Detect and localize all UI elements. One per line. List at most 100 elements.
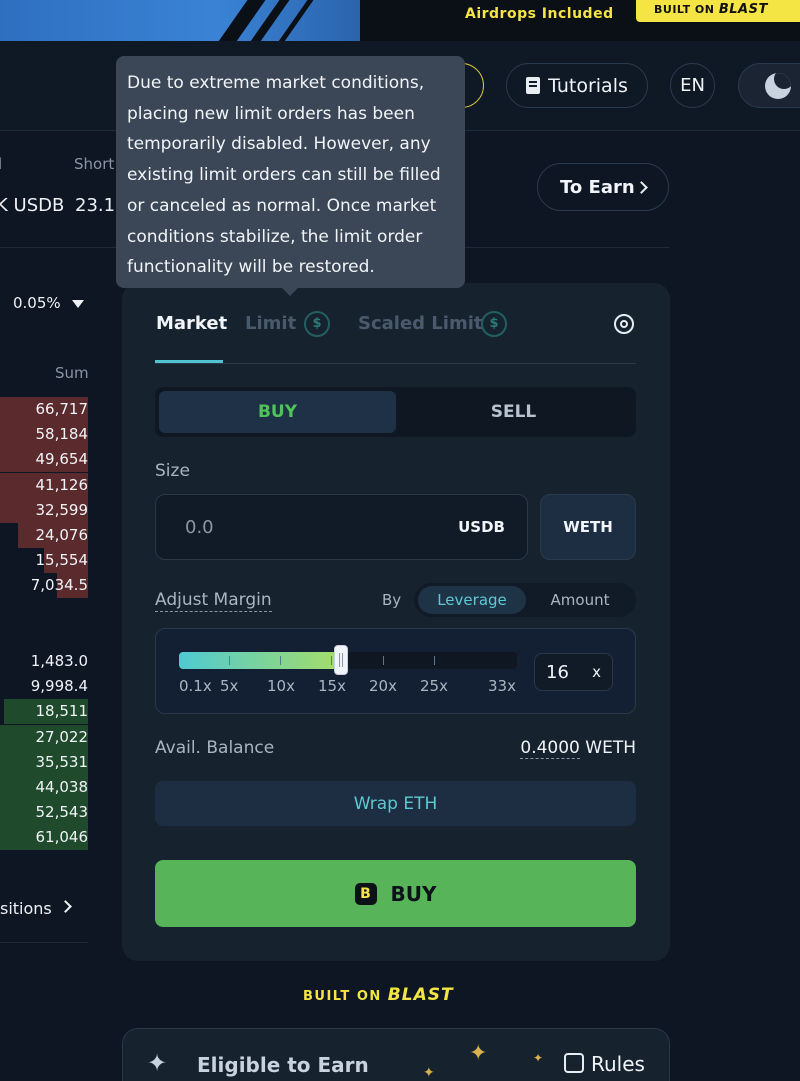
margin-mode-toggle: Leverage Amount [414,583,636,617]
ask-sum: 24,076 [35,526,89,544]
ask-sum: 49,654 [35,450,89,469]
to-earn-label: To Earn [560,176,635,198]
rules-link[interactable]: Rules [591,1052,645,1076]
leverage-input[interactable]: 16 x [534,653,613,691]
star-icon: ✦ [533,1051,544,1065]
buy-submit-label: BUY [390,881,437,906]
bid-row[interactable]: 61,046 [0,825,88,851]
size-value: 0.0 [185,517,214,538]
moon-icon [765,72,791,99]
tooltip-arrow [281,287,299,296]
chevron-right-icon[interactable] [59,900,72,913]
limit-disabled-tooltip: Due to extreme market conditions, placin… [116,56,465,288]
buy-side-button[interactable]: BUY [159,391,396,433]
tab-scaled-limit[interactable]: Scaled Limit [358,313,482,334]
order-form-card: Market Limit $ Scaled Limit $ BUY SELL S… [122,283,670,961]
buy-submit-button[interactable]: B BUY [155,860,636,927]
bid-sum: 9,998.4 [30,677,88,696]
ask-row[interactable]: 24,076 [0,523,88,548]
open-interest-label: l [0,155,3,173]
eligible-to-earn-card[interactable]: ✦ Eligible to Earn ✦ ✦ ✦ Rules [122,1028,670,1081]
sell-side-button[interactable]: SELL [395,391,632,433]
bid-row[interactable]: 9,998.4 [0,674,88,699]
leverage-panel: 0.1x 5x 10x 15x 20x 25x 33x 16 x [155,628,636,714]
eligible-label: Eligible to Earn [197,1053,369,1077]
leverage-tick-label[interactable]: 10x [267,677,295,695]
airdrops-text: Airdrops Included [465,6,614,22]
bid-sum: 27,022 [35,727,89,746]
blast-icon: B [354,882,377,905]
amount-mode-button[interactable]: Amount [528,586,632,614]
bid-sum: 1,483.0 [30,652,88,670]
leverage-tick-label[interactable]: 33x [488,677,516,695]
ask-row[interactable]: 32,599 [0,497,89,523]
ask-sum: 41,126 [35,475,89,494]
slider-tick [434,656,435,665]
ask-row[interactable]: 7,034.5 [0,573,88,599]
leverage-tick-label[interactable]: 20x [369,677,397,695]
leverage-mode-button[interactable]: Leverage [418,586,526,614]
leverage-tick-label[interactable]: 15x [318,677,346,695]
slider-tick [280,656,281,665]
ask-row[interactable]: 58,184 [0,422,89,448]
token-selector-button[interactable]: WETH [540,494,636,560]
divider [0,942,88,943]
ask-row[interactable]: 49,654 [0,447,89,473]
bid-row[interactable]: 35,531 [0,749,89,775]
ask-sum: 15,554 [35,551,89,570]
built-on-blast-badge: BUILT ON BLAST [636,0,800,22]
bid-row[interactable]: 52,543 [0,800,88,826]
slider-handle[interactable] [334,645,349,675]
ask-row[interactable]: 41,126 [0,472,89,498]
bid-row[interactable]: 1,483.0 [0,649,88,674]
leverage-tick-label[interactable]: 25x [420,677,448,695]
leverage-value: 16 [546,662,569,683]
slider-tick [229,656,230,665]
bid-sum: 35,531 [35,752,89,771]
avail-balance-unit: WETH [585,738,636,758]
bid-row[interactable]: 18,511 [0,699,88,725]
to-earn-button[interactable]: To Earn [537,163,669,211]
positions-link[interactable]: sitions [0,899,52,918]
avail-balance: 0.4000 WETH [520,738,636,759]
language-label: EN [680,75,705,96]
caret-down-icon[interactable] [72,300,84,308]
size-input[interactable]: 0.0 USDB [155,494,528,560]
spread-selector[interactable]: 0.05% [13,294,61,312]
leverage-tick-label[interactable]: 5x [220,677,238,695]
leverage-suffix: x [592,663,601,681]
ask-row[interactable]: 15,554 [0,548,89,574]
tab-limit[interactable]: Limit [245,313,296,334]
blast-logo-text: BLAST [718,2,768,17]
slider-fill [179,652,342,669]
built-on-text: BUILT ON [654,3,715,16]
slider-tick [383,656,384,665]
ask-row[interactable]: 66,717 [0,397,88,422]
language-button[interactable]: EN [670,63,715,108]
theme-toggle[interactable] [738,63,800,108]
banner-artwork [0,0,360,41]
book-icon [526,77,541,94]
short-label: Short [74,155,115,173]
wrap-eth-button[interactable]: Wrap ETH [155,781,636,826]
built-on-text: BUILT ON [303,989,382,1004]
bid-row[interactable]: 44,038 [0,775,88,800]
bid-row[interactable]: 27,022 [0,724,89,750]
tabs-divider [155,363,636,364]
leverage-tick-label[interactable]: 0.1x [179,677,212,695]
adjust-margin-label: Adjust Margin [155,590,272,612]
ask-sum: 7,034.5 [30,576,88,595]
top-banner[interactable]: Airdrops Included BUILT ON BLAST [0,0,800,41]
sparkle-icon: ✦ [147,1049,168,1077]
sum-header: Sum [55,364,89,382]
rules-icon[interactable] [564,1053,584,1073]
settings-icon[interactable] [614,314,634,334]
avail-balance-label: Avail. Balance [155,738,275,758]
tutorials-button[interactable]: Tutorials [506,63,648,108]
avail-balance-value: 0.4000 [520,738,580,759]
tutorials-label: Tutorials [548,74,628,97]
dollar-coin-icon: $ [481,311,507,337]
ask-sum: 32,599 [35,500,89,519]
ask-sum: 58,184 [35,425,89,444]
tab-market[interactable]: Market [156,313,227,334]
